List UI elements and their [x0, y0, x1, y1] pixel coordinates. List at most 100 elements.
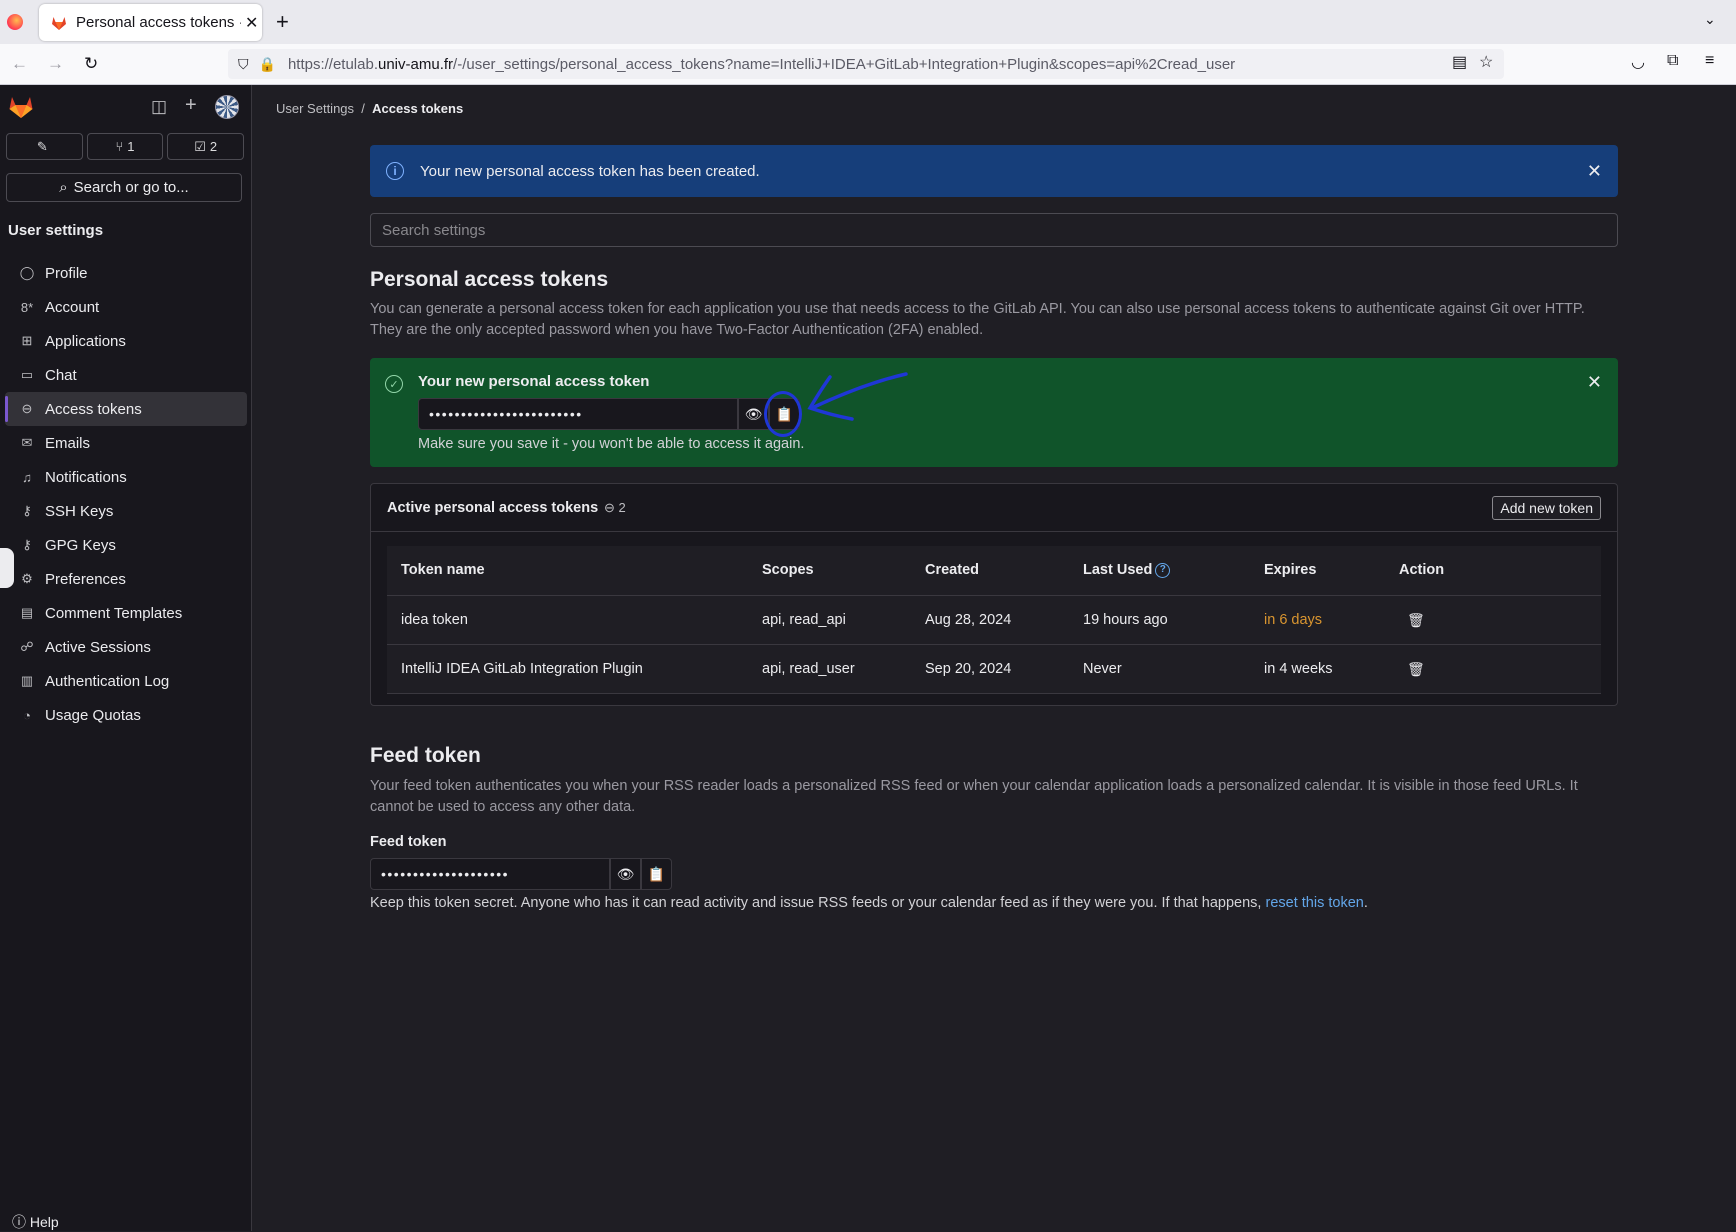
back-arrow-icon[interactable]: ← [11, 54, 28, 74]
sidebar-item-label: Authentication Log [45, 672, 170, 690]
issues-count-button[interactable]: ✎ [6, 133, 83, 160]
sidebar-item-label: Comment Templates [45, 604, 183, 622]
url-bar[interactable]: ⛉ 🔒 https://etulab.univ-amu.fr/-/user_se… [228, 49, 1504, 79]
feed-token-label: Feed token [370, 834, 447, 850]
sidebar-item-emails[interactable]: ✉ Emails [5, 426, 247, 460]
sidebar-item-applications[interactable]: ⊞ Applications [5, 324, 247, 358]
browser-navbar: ← → ↻ ⛉ 🔒 https://etulab.univ-amu.fr/-/u… [0, 44, 1736, 85]
reset-feed-token-link[interactable]: reset this token [1266, 895, 1364, 911]
account-icon: 8* [20, 299, 34, 315]
question-icon[interactable]: ? [1155, 562, 1171, 578]
column-header-label: Scopes [762, 562, 814, 578]
sidebar-item-notifications[interactable]: ♫ Notifications [5, 460, 247, 494]
reader-view-icon[interactable]: ▤ [1452, 52, 1467, 72]
plus-icon[interactable]: + [185, 94, 197, 117]
sidebar-item-gpg-keys[interactable]: ⚷ GPG Keys [5, 528, 247, 562]
search-label: Search or go to... [73, 179, 189, 196]
sidebar-collapse-handle[interactable] [0, 548, 14, 588]
sidebar-item-ssh-keys[interactable]: ⚷ SSH Keys [5, 494, 247, 528]
sidebar-item-preferences[interactable]: ⚙ Preferences [5, 562, 247, 596]
search-or-go-to-button[interactable]: ⌕ Search or go to... [6, 173, 242, 202]
copy-token-clipboard-icon[interactable]: 📋 [769, 398, 800, 430]
revoke-trash-icon[interactable]: 🗑 [1407, 661, 1425, 678]
token-count: 2 [618, 500, 626, 515]
sidebar-item-label: Active Sessions [45, 638, 151, 656]
breadcrumb-current[interactable]: Access tokens [372, 101, 463, 116]
token-icon: ⊖ [21, 401, 33, 416]
merge-requests-count: 1 [127, 139, 135, 154]
feed-token-field[interactable]: •••••••••••••••••••• [370, 858, 610, 890]
sidebar-counts: ✎ ⑂ 1 ☑ 2 [6, 133, 245, 160]
dismiss-info-alert-icon[interactable]: ✕ [1587, 161, 1602, 182]
avatar[interactable] [215, 95, 239, 119]
new-tab-icon[interactable]: + [276, 9, 289, 35]
info-icon: i [386, 162, 404, 180]
pat-description: You can generate a personal access token… [370, 301, 1585, 338]
gitlab-logo-icon[interactable] [8, 94, 34, 120]
menu-icon[interactable]: ≡ [1705, 52, 1714, 70]
sidebar-item-access-tokens[interactable]: ⊖ Access tokens [5, 392, 247, 426]
new-token-title: Your new personal access token [418, 373, 650, 390]
sidebar-item-usage-quotas[interactable]: ◔ Usage Quotas [5, 698, 247, 732]
new-token-value[interactable]: •••••••••••••••••••••••• [418, 398, 738, 430]
main-content: User Settings / Access tokens i Your new… [253, 85, 1736, 1231]
url-text[interactable]: https://etulab.univ-amu.fr/-/user_settin… [288, 56, 1235, 73]
help-label: Help [29, 1214, 59, 1230]
url-path: /-/user_settings/personal_access_tokens?… [453, 55, 1236, 73]
lock-icon[interactable]: 🔒 [259, 56, 276, 73]
add-new-token-button[interactable]: Add new token [1492, 496, 1601, 520]
column-header-label: Last Used [1083, 562, 1153, 578]
help-button[interactable]: ⓘ Help [12, 1212, 59, 1232]
show-token-eye-icon[interactable]: 👁 [738, 398, 769, 430]
pocket-icon[interactable]: ◡ [1631, 52, 1645, 72]
feed-heading: Feed token [370, 744, 481, 767]
settings-search-input[interactable]: Search settings [370, 213, 1618, 247]
sidebar-toggle-icon[interactable]: ◫ [151, 97, 167, 117]
sidebar-item-comment-templates[interactable]: ▤ Comment Templates [5, 596, 247, 630]
token-created: Aug 28, 2024 [925, 612, 1012, 628]
feed-help-end: . [1363, 895, 1368, 911]
sidebar-item-account[interactable]: 8* Account [5, 290, 247, 324]
sessions-icon: ☍ [20, 639, 34, 654]
gitlab-favicon-icon [52, 16, 66, 30]
copy-feed-token-clipboard-icon[interactable]: 📋 [641, 858, 672, 890]
close-tab-icon[interactable]: ✕ [245, 13, 258, 33]
reload-icon[interactable]: ↻ [84, 54, 98, 74]
info-alert-text: Your new personal access token has been … [420, 162, 760, 180]
new-token-field[interactable]: •••••••••••••••••••••••• [418, 398, 738, 430]
feed-description: Your feed token authenticates you when y… [370, 778, 1578, 815]
sidebar-item-active-sessions[interactable]: ☍ Active Sessions [5, 630, 247, 664]
sidebar-item-label: Notifications [45, 468, 127, 486]
column-header: Created [925, 562, 979, 578]
column-header: Token name [401, 562, 485, 578]
active-tokens-title: Active personal access tokens [387, 500, 599, 516]
chat-icon: ▭ [20, 367, 34, 382]
bookmark-star-icon[interactable]: ☆ [1479, 52, 1493, 72]
firefox-icon [7, 14, 23, 30]
issues-icon: ✎ [36, 138, 48, 154]
merge-requests-count-button[interactable]: ⑂ 1 [86, 133, 164, 160]
browser-tab-active[interactable]: Personal access tokens · User Settings ·… [39, 4, 262, 41]
url-domain: univ-amu.fr [378, 55, 454, 73]
pat-heading: Personal access tokens [370, 268, 609, 291]
sidebar-nav: ◯ Profile 8* Account ⊞ Applications ▭ Chat ⊖ Acce… [0, 256, 252, 732]
breadcrumb-user-settings[interactable]: User Settings [276, 101, 354, 116]
column-header-label: Created [925, 562, 979, 578]
feed-help-text: Keep this token secret. Anyone who has i… [370, 895, 1262, 911]
chevron-down-icon[interactable]: ⌄ [1704, 11, 1716, 28]
revoke-trash-icon[interactable]: 🗑 [1407, 612, 1425, 629]
sidebar-item-chat[interactable]: ▭ Chat [5, 358, 247, 392]
forward-arrow-icon[interactable]: → [47, 54, 64, 74]
todos-count-button[interactable]: ☑ 2 [167, 133, 245, 160]
show-feed-token-eye-icon[interactable]: 👁 [610, 858, 641, 890]
key-icon: ⚷ [22, 503, 32, 518]
preferences-icon: ⚙ [21, 571, 33, 586]
column-header-label: Action [1399, 562, 1445, 578]
shield-icon[interactable]: ⛉ [238, 56, 249, 73]
dismiss-token-alert-icon[interactable]: ✕ [1587, 372, 1602, 393]
token-last-used: Never [1083, 661, 1122, 677]
sidebar-item-profile[interactable]: ◯ Profile [5, 256, 247, 290]
extensions-icon[interactable]: ⧉ [1667, 52, 1678, 70]
search-icon: ⌕ [59, 179, 68, 196]
sidebar-item-authentication-log[interactable]: ▥ Authentication Log [5, 664, 247, 698]
